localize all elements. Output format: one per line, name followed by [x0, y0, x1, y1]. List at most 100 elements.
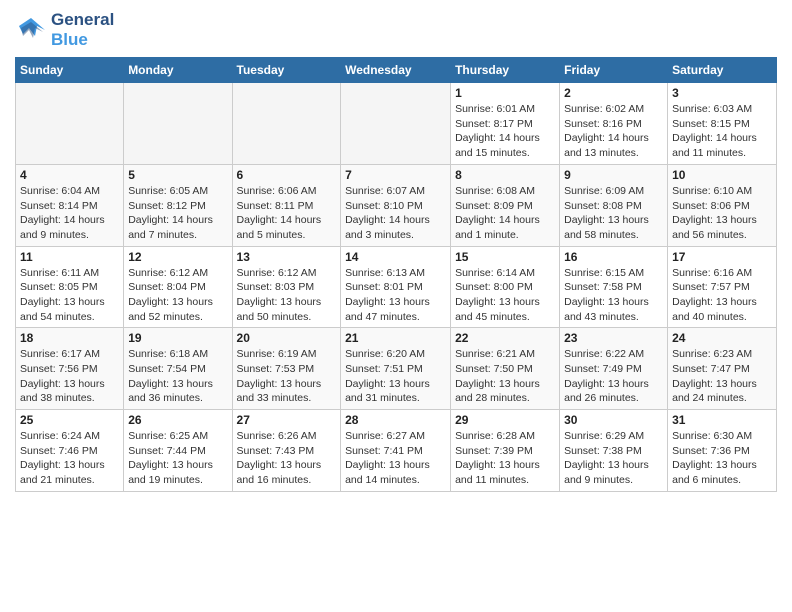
day-cell-17: 17 Sunrise: 6:16 AMSunset: 7:57 PMDayligh…	[668, 246, 777, 328]
day-cell-10: 10 Sunrise: 6:10 AMSunset: 8:06 PMDayligh…	[668, 164, 777, 246]
day-cell-2: 2 Sunrise: 6:02 AMSunset: 8:16 PMDaylight…	[560, 83, 668, 165]
day-detail: Sunrise: 6:08 AMSunset: 8:09 PMDaylight:…	[455, 184, 555, 243]
day-detail: Sunrise: 6:02 AMSunset: 8:16 PMDaylight:…	[564, 102, 663, 161]
day-cell-3: 3 Sunrise: 6:03 AMSunset: 8:15 PMDaylight…	[668, 83, 777, 165]
day-number: 23	[564, 331, 663, 345]
calendar-week-2: 4 Sunrise: 6:04 AMSunset: 8:14 PMDaylight…	[16, 164, 777, 246]
day-detail: Sunrise: 6:12 AMSunset: 8:03 PMDaylight:…	[237, 266, 337, 325]
day-cell-1: 1Sunrise: 6:01 AMSunset: 8:17 PMDaylight…	[451, 83, 560, 165]
day-cell-12: 12Sunrise: 6:12 AMSunset: 8:04 PMDayligh…	[124, 246, 232, 328]
day-detail: Sunrise: 6:04 AMSunset: 8:14 PMDaylight:…	[20, 184, 119, 243]
day-number: 30	[564, 413, 663, 427]
day-detail: Sunrise: 6:28 AMSunset: 7:39 PMDaylight:…	[455, 429, 555, 488]
calendar-header-row: SundayMondayTuesdayWednesdayThursdayFrid…	[16, 58, 777, 83]
day-header-tuesday: Tuesday	[232, 58, 341, 83]
day-detail: Sunrise: 6:21 AMSunset: 7:50 PMDaylight:…	[455, 347, 555, 406]
day-number: 22	[455, 331, 555, 345]
day-detail: Sunrise: 6:16 AMSunset: 7:57 PMDaylight:…	[672, 266, 772, 325]
day-detail: Sunrise: 6:09 AMSunset: 8:08 PMDaylight:…	[564, 184, 663, 243]
day-header-thursday: Thursday	[451, 58, 560, 83]
day-cell-7: 7 Sunrise: 6:07 AMSunset: 8:10 PMDaylight…	[341, 164, 451, 246]
day-detail: Sunrise: 6:13 AMSunset: 8:01 PMDaylight:…	[345, 266, 446, 325]
day-number: 8	[455, 168, 555, 182]
day-number: 17	[672, 250, 772, 264]
day-detail: Sunrise: 6:23 AMSunset: 7:47 PMDaylight:…	[672, 347, 772, 406]
day-detail: Sunrise: 6:05 AMSunset: 8:12 PMDaylight:…	[128, 184, 227, 243]
day-number: 18	[20, 331, 119, 345]
day-number: 25	[20, 413, 119, 427]
day-number: 28	[345, 413, 446, 427]
day-detail: Sunrise: 6:17 AMSunset: 7:56 PMDaylight:…	[20, 347, 119, 406]
day-cell-22: 22 Sunrise: 6:21 AMSunset: 7:50 PMDayligh…	[451, 328, 560, 410]
day-cell-30: 30Sunrise: 6:29 AMSunset: 7:38 PMDayligh…	[560, 410, 668, 492]
day-number: 29	[455, 413, 555, 427]
day-cell-8: 8 Sunrise: 6:08 AMSunset: 8:09 PMDaylight…	[451, 164, 560, 246]
day-cell-31: 31 Sunrise: 6:30 AMSunset: 7:36 PMDayligh…	[668, 410, 777, 492]
day-detail: Sunrise: 6:10 AMSunset: 8:06 PMDaylight:…	[672, 184, 772, 243]
day-number: 10	[672, 168, 772, 182]
day-detail: Sunrise: 6:24 AMSunset: 7:46 PMDaylight:…	[20, 429, 119, 488]
day-number: 2	[564, 86, 663, 100]
day-detail: Sunrise: 6:01 AMSunset: 8:17 PMDaylight:…	[455, 102, 555, 161]
day-cell-5: 5Sunrise: 6:05 AMSunset: 8:12 PMDaylight…	[124, 164, 232, 246]
logo-text: General Blue	[51, 10, 114, 49]
day-number: 15	[455, 250, 555, 264]
day-detail: Sunrise: 6:03 AMSunset: 8:15 PMDaylight:…	[672, 102, 772, 161]
day-cell-29: 29 Sunrise: 6:28 AMSunset: 7:39 PMDayligh…	[451, 410, 560, 492]
day-cell-23: 23 Sunrise: 6:22 AMSunset: 7:49 PMDayligh…	[560, 328, 668, 410]
day-header-monday: Monday	[124, 58, 232, 83]
day-cell-19: 19Sunrise: 6:18 AMSunset: 7:54 PMDayligh…	[124, 328, 232, 410]
day-cell-4: 4 Sunrise: 6:04 AMSunset: 8:14 PMDaylight…	[16, 164, 124, 246]
day-cell-27: 27 Sunrise: 6:26 AMSunset: 7:43 PMDayligh…	[232, 410, 341, 492]
day-detail: Sunrise: 6:18 AMSunset: 7:54 PMDaylight:…	[128, 347, 227, 406]
day-detail: Sunrise: 6:30 AMSunset: 7:36 PMDaylight:…	[672, 429, 772, 488]
day-detail: Sunrise: 6:20 AMSunset: 7:51 PMDaylight:…	[345, 347, 446, 406]
day-detail: Sunrise: 6:26 AMSunset: 7:43 PMDaylight:…	[237, 429, 337, 488]
empty-cell	[16, 83, 124, 165]
empty-cell	[341, 83, 451, 165]
day-number: 4	[20, 168, 119, 182]
logo: General Blue	[15, 10, 114, 49]
day-number: 6	[237, 168, 337, 182]
calendar-week-5: 25 Sunrise: 6:24 AMSunset: 7:46 PMDayligh…	[16, 410, 777, 492]
day-cell-26: 26Sunrise: 6:25 AMSunset: 7:44 PMDayligh…	[124, 410, 232, 492]
page-header: General Blue	[15, 10, 777, 49]
day-detail: Sunrise: 6:15 AMSunset: 7:58 PMDaylight:…	[564, 266, 663, 325]
day-cell-18: 18 Sunrise: 6:17 AMSunset: 7:56 PMDayligh…	[16, 328, 124, 410]
day-number: 7	[345, 168, 446, 182]
calendar-week-3: 11 Sunrise: 6:11 AMSunset: 8:05 PMDayligh…	[16, 246, 777, 328]
day-cell-28: 28 Sunrise: 6:27 AMSunset: 7:41 PMDayligh…	[341, 410, 451, 492]
day-header-wednesday: Wednesday	[341, 58, 451, 83]
day-number: 21	[345, 331, 446, 345]
day-cell-6: 6 Sunrise: 6:06 AMSunset: 8:11 PMDaylight…	[232, 164, 341, 246]
day-cell-20: 20 Sunrise: 6:19 AMSunset: 7:53 PMDayligh…	[232, 328, 341, 410]
day-cell-13: 13 Sunrise: 6:12 AMSunset: 8:03 PMDayligh…	[232, 246, 341, 328]
day-header-friday: Friday	[560, 58, 668, 83]
day-detail: Sunrise: 6:27 AMSunset: 7:41 PMDaylight:…	[345, 429, 446, 488]
calendar-week-4: 18 Sunrise: 6:17 AMSunset: 7:56 PMDayligh…	[16, 328, 777, 410]
day-detail: Sunrise: 6:22 AMSunset: 7:49 PMDaylight:…	[564, 347, 663, 406]
day-detail: Sunrise: 6:14 AMSunset: 8:00 PMDaylight:…	[455, 266, 555, 325]
day-number: 16	[564, 250, 663, 264]
day-number: 14	[345, 250, 446, 264]
day-number: 3	[672, 86, 772, 100]
day-cell-11: 11 Sunrise: 6:11 AMSunset: 8:05 PMDayligh…	[16, 246, 124, 328]
day-number: 11	[20, 250, 119, 264]
day-detail: Sunrise: 6:07 AMSunset: 8:10 PMDaylight:…	[345, 184, 446, 243]
day-number: 20	[237, 331, 337, 345]
day-cell-25: 25 Sunrise: 6:24 AMSunset: 7:46 PMDayligh…	[16, 410, 124, 492]
day-detail: Sunrise: 6:06 AMSunset: 8:11 PMDaylight:…	[237, 184, 337, 243]
calendar-table: SundayMondayTuesdayWednesdayThursdayFrid…	[15, 57, 777, 492]
day-number: 9	[564, 168, 663, 182]
day-cell-9: 9 Sunrise: 6:09 AMSunset: 8:08 PMDaylight…	[560, 164, 668, 246]
day-detail: Sunrise: 6:11 AMSunset: 8:05 PMDaylight:…	[20, 266, 119, 325]
day-number: 13	[237, 250, 337, 264]
day-detail: Sunrise: 6:19 AMSunset: 7:53 PMDaylight:…	[237, 347, 337, 406]
empty-cell	[124, 83, 232, 165]
empty-cell	[232, 83, 341, 165]
day-number: 27	[237, 413, 337, 427]
day-cell-16: 16 Sunrise: 6:15 AMSunset: 7:58 PMDayligh…	[560, 246, 668, 328]
day-number: 31	[672, 413, 772, 427]
day-cell-15: 15 Sunrise: 6:14 AMSunset: 8:00 PMDayligh…	[451, 246, 560, 328]
day-cell-21: 21 Sunrise: 6:20 AMSunset: 7:51 PMDayligh…	[341, 328, 451, 410]
